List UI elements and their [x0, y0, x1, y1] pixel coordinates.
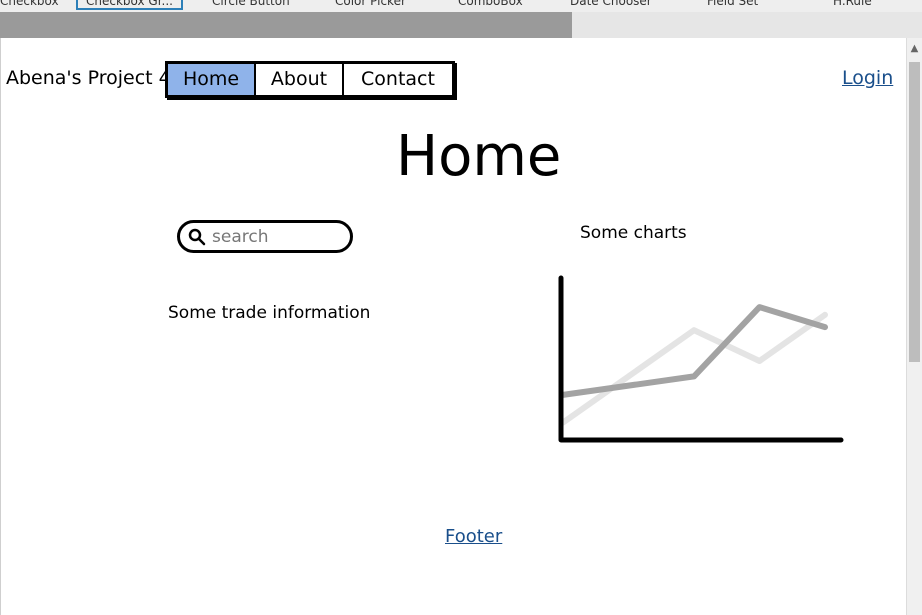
search-icon [188, 228, 206, 245]
palette-item[interactable]: ComboBox [458, 0, 523, 10]
login-link[interactable]: Login [842, 67, 893, 89]
nav-tabs: Home About Contact [165, 61, 455, 98]
chevron-up-icon[interactable]: ▲ [907, 38, 922, 60]
tab-contact[interactable]: Contact [344, 64, 452, 95]
chart-axes [558, 275, 844, 443]
component-palette: Checkbox Checkbox Gr... Circle Button Co… [0, 0, 922, 12]
scroll-thumb[interactable] [909, 62, 920, 362]
chart-series-group [560, 304, 828, 426]
palette-item[interactable]: Color Picker [335, 0, 406, 10]
tab-about[interactable]: About [256, 64, 344, 95]
chart-series-line-2 [560, 304, 828, 398]
palette-item[interactable]: H.Rule [833, 0, 872, 10]
search-box[interactable] [177, 220, 353, 253]
palette-item[interactable]: Checkbox [0, 0, 59, 10]
palette-item[interactable]: Circle Button [212, 0, 290, 10]
palette-item-selected[interactable]: Checkbox Gr... [76, 0, 183, 10]
palette-item[interactable]: Date Chooser [570, 0, 652, 10]
palette-item[interactable]: Field Set [707, 0, 758, 10]
chart-series-line-1 [560, 311, 828, 426]
brand-title: Abena's Project 4 [6, 67, 171, 89]
tab-home[interactable]: Home [168, 64, 256, 95]
vertical-scrollbar[interactable]: ▲ [906, 38, 922, 615]
progress-strip [0, 12, 922, 38]
page-title: Home [396, 124, 562, 189]
line-chart [558, 275, 844, 443]
footer-link[interactable]: Footer [445, 526, 502, 547]
progress-fill [0, 12, 572, 38]
charts-label: Some charts [580, 223, 687, 243]
search-input[interactable] [212, 226, 342, 247]
trade-info-label: Some trade information [168, 303, 371, 323]
